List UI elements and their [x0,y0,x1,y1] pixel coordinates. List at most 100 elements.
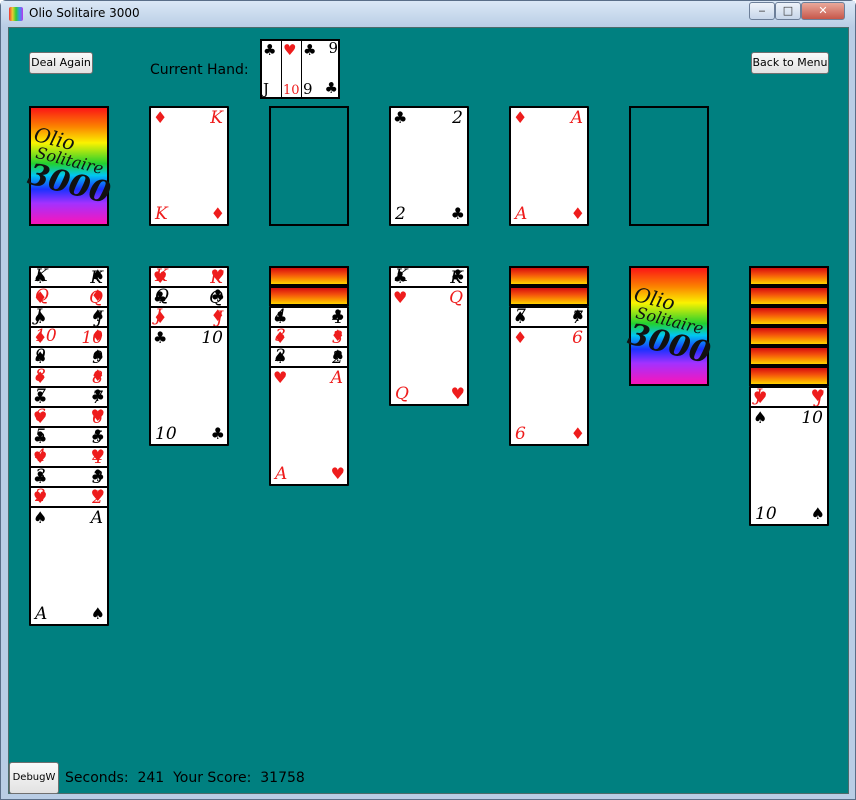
hand-card-suit-icon: ♥ [283,41,297,59]
card-suit-top-icon: ♣ [153,328,168,347]
card-rank-bottom: Q [35,286,49,306]
playing-card[interactable]: K ♦ K ♦ [149,106,229,226]
card-rank-bottom: 2 [395,204,406,224]
card-suit-bottom-icon: ♥ [330,464,345,483]
hand-card-rank: 9 [303,80,313,98]
app-window: Olio Solitaire 3000 ‒ □ ✕ Deal Again Cur… [0,0,856,800]
card-rank-bottom: J [755,386,762,406]
card-suit-top-icon: ♣ [393,108,408,127]
playing-card[interactable]: 2 ♥ 2 ♥ [29,486,109,508]
playing-card[interactable]: 8 ♦ 8 ♦ [29,366,109,388]
playing-card[interactable]: 7 ♣ 7 ♣ [29,386,109,408]
back-to-menu-button[interactable]: Back to Menu [751,52,829,74]
empty-slot[interactable] [629,106,709,226]
card-rank-top: 10 [201,328,223,348]
card-suit-bottom-icon: ♥ [450,384,465,403]
debug-button[interactable]: DebugW [9,762,59,794]
playing-card[interactable]: J ♦ J ♦ [149,306,229,328]
game-table: Deal Again Current Hand: ♣ J ♥ 10 ♣ 9 9 ♣ Back … [8,27,849,794]
playing-card[interactable]: 2 ♣ 2 ♣ [389,106,469,226]
playing-card[interactable]: 2 ♠ 2 ♠ [269,346,349,368]
face-down-card[interactable]: Olio Solitaire 3000 [624,266,714,386]
hand-card[interactable]: ♣ J [262,41,282,98]
card-suit-bottom-icon: ♦ [570,424,585,443]
card-back-logo: Olio Solitaire 3000 [621,282,722,371]
card-suit-bottom-icon: ♣ [210,424,225,443]
face-down-card [269,286,349,306]
card-suit-bottom-icon: ♣ [90,386,105,405]
card-suit-bottom-icon: ♦ [570,204,585,223]
deal-again-button[interactable]: Deal Again [29,52,93,74]
title-bar[interactable]: Olio Solitaire 3000 ‒ □ ✕ [1,1,855,27]
card-rank-bottom: 4 [35,446,46,466]
card-suit-top-icon: ♥ [393,288,408,307]
face-down-card [749,266,829,286]
card-suit-bottom-icon: ♥ [90,486,105,505]
playing-card[interactable]: A ♠ A ♠ [29,506,109,626]
close-button[interactable]: ✕ [801,2,845,20]
playing-card[interactable]: 10 ♦ 10 ♦ [29,326,109,348]
seconds-value: 241 [137,770,165,786]
playing-card[interactable]: 3 ♣ 3 ♣ [29,466,109,488]
card-suit-top-icon: ♠ [33,508,48,527]
hand-card[interactable]: ♣ 9 9 ♣ [302,39,338,98]
card-suit-bottom-icon: ♠ [90,346,105,365]
hand-card-suit-icon: ♣ [303,41,317,59]
hand-card[interactable]: ♥ 10 [282,41,302,98]
playing-card[interactable]: K ♣ K ♣ [389,266,469,288]
playing-card[interactable]: Q ♣ Q ♣ [149,286,229,308]
card-rank-bottom: 7 [515,306,526,326]
card-rank-bottom: 7 [35,386,46,406]
face-down-card [749,286,829,306]
card-rank-bottom: 2 [275,346,286,366]
card-rank-bottom: A [275,464,288,484]
playing-card[interactable]: J ♠ J ♠ [29,306,109,328]
card-rank-bottom: 10 [155,424,177,444]
seconds-label: Seconds: [65,770,129,786]
hand-card-suit-bottom-icon: ♣ [324,79,338,97]
empty-slot[interactable] [269,106,349,226]
card-suit-bottom-icon: ♦ [90,366,105,385]
playing-card[interactable]: K ♥ K ♥ [149,266,229,288]
stock-pile[interactable]: Olio Solitaire 3000 [24,106,114,226]
current-hand-label: Current Hand: [150,62,249,78]
playing-card[interactable]: 10 ♣ 10 ♣ [149,326,229,446]
card-rank-bottom: 6 [515,424,526,444]
playing-card[interactable]: A ♥ A ♥ [269,366,349,486]
playing-card[interactable]: 3 ♦ 3 ♦ [269,326,349,348]
card-suit-bottom-icon: ♦ [90,326,105,345]
playing-card[interactable]: Q ♦ Q ♦ [29,286,109,308]
playing-card[interactable]: J ♥ J ♥ [749,386,829,408]
card-suit-bottom-icon: ♦ [330,326,345,345]
card-suit-bottom-icon: ♠ [90,266,105,285]
card-suit-bottom-icon: ♠ [90,604,105,623]
playing-card[interactable]: 6 ♥ 6 ♥ [29,406,109,428]
card-rank-bottom: 3 [35,466,46,486]
minimize-button[interactable]: ‒ [749,2,775,20]
card-rank-bottom: J [35,306,42,326]
playing-card[interactable]: 6 ♦ 6 ♦ [509,326,589,446]
playing-card[interactable]: 10 ♠ 10 ♠ [749,406,829,526]
card-rank-bottom: 10 [755,504,777,524]
card-rank-top: A [90,508,103,528]
card-suit-bottom-icon: ♠ [330,346,345,365]
playing-card[interactable]: K ♠ K ♠ [29,266,109,288]
playing-card[interactable]: A ♦ A ♦ [509,106,589,226]
card-rank-bottom: K [35,266,48,286]
status-bar: Seconds: 241 Your Score: 31758 [65,770,305,786]
card-suit-bottom-icon: ♦ [210,204,225,223]
current-hand[interactable]: ♣ J ♥ 10 ♣ 9 9 ♣ [260,39,340,99]
playing-card[interactable]: 4 ♥ 4 ♥ [29,446,109,468]
playing-card[interactable]: Q ♥ Q ♥ [389,286,469,406]
card-suit-bottom-icon: ♣ [90,466,105,485]
score-label: Your Score: [173,770,252,786]
card-rank-top: 2 [452,108,463,128]
playing-card[interactable]: 5 ♣ 5 ♣ [29,426,109,448]
card-suit-bottom-icon: ♣ [330,306,345,325]
maximize-button[interactable]: □ [775,2,801,20]
card-suit-bottom-icon: ♣ [90,426,105,445]
card-rank-bottom: K [395,266,408,286]
playing-card[interactable]: 9 ♠ 9 ♠ [29,346,109,368]
playing-card[interactable]: 7 ♠ 7 ♠ [509,306,589,328]
playing-card[interactable]: 4 ♣ 4 ♣ [269,306,349,328]
